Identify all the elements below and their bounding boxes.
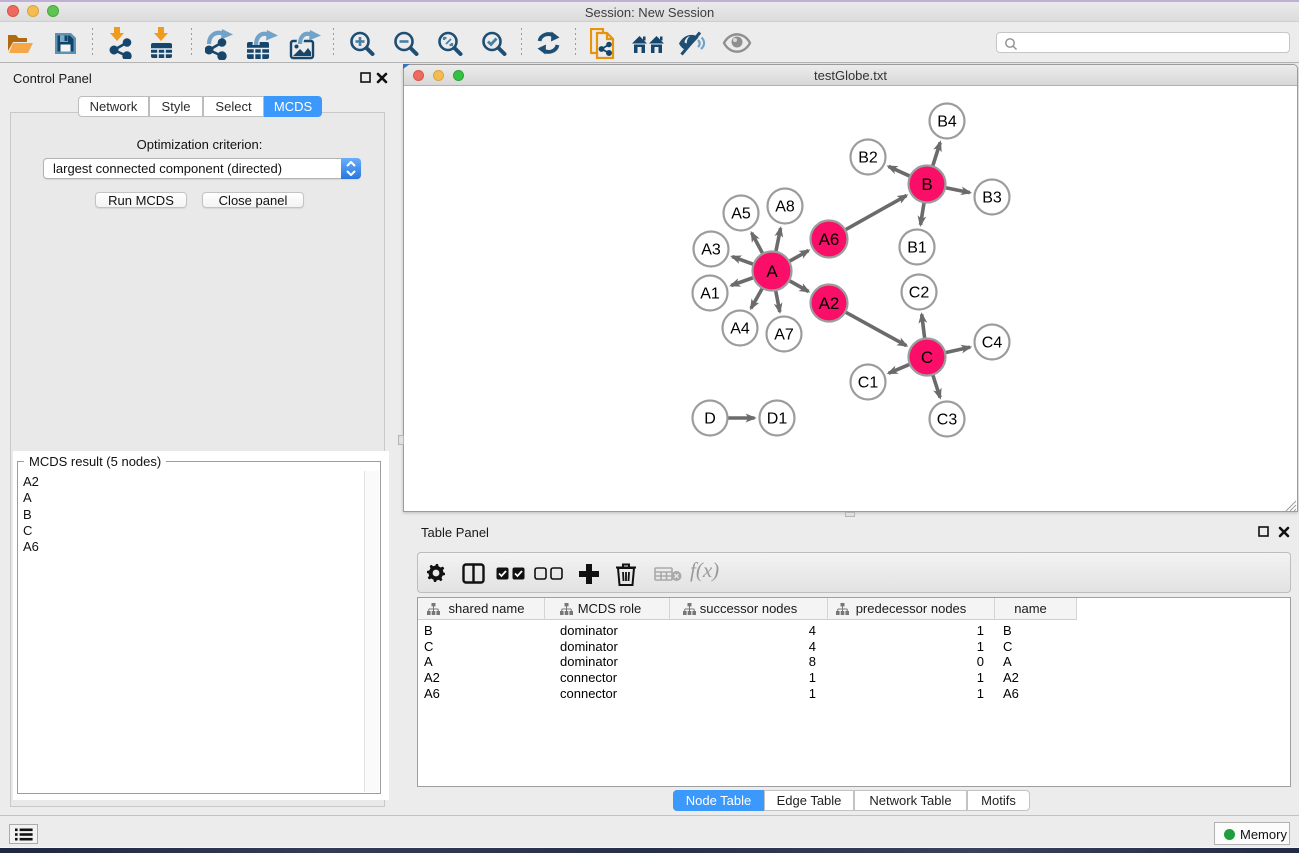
svg-text:C: C [921, 348, 933, 367]
svg-text:A8: A8 [775, 199, 795, 216]
svg-text:D: D [704, 411, 716, 428]
svg-text:A4: A4 [730, 321, 750, 338]
svg-text:B4: B4 [937, 114, 957, 131]
svg-text:D1: D1 [767, 411, 788, 428]
svg-text:A6: A6 [819, 230, 840, 249]
svg-text:C3: C3 [937, 412, 958, 429]
svg-text:A: A [766, 262, 778, 281]
svg-text:C1: C1 [858, 375, 879, 392]
svg-text:B2: B2 [858, 150, 878, 167]
svg-text:B: B [921, 175, 932, 194]
svg-text:A5: A5 [731, 206, 751, 223]
svg-text:C2: C2 [909, 285, 930, 302]
svg-text:A7: A7 [774, 327, 794, 344]
svg-text:A3: A3 [701, 242, 721, 259]
svg-text:A1: A1 [700, 286, 720, 303]
svg-text:A2: A2 [819, 294, 840, 313]
svg-text:B3: B3 [982, 190, 1002, 207]
svg-text:B1: B1 [907, 240, 927, 257]
svg-text:C4: C4 [982, 335, 1003, 352]
